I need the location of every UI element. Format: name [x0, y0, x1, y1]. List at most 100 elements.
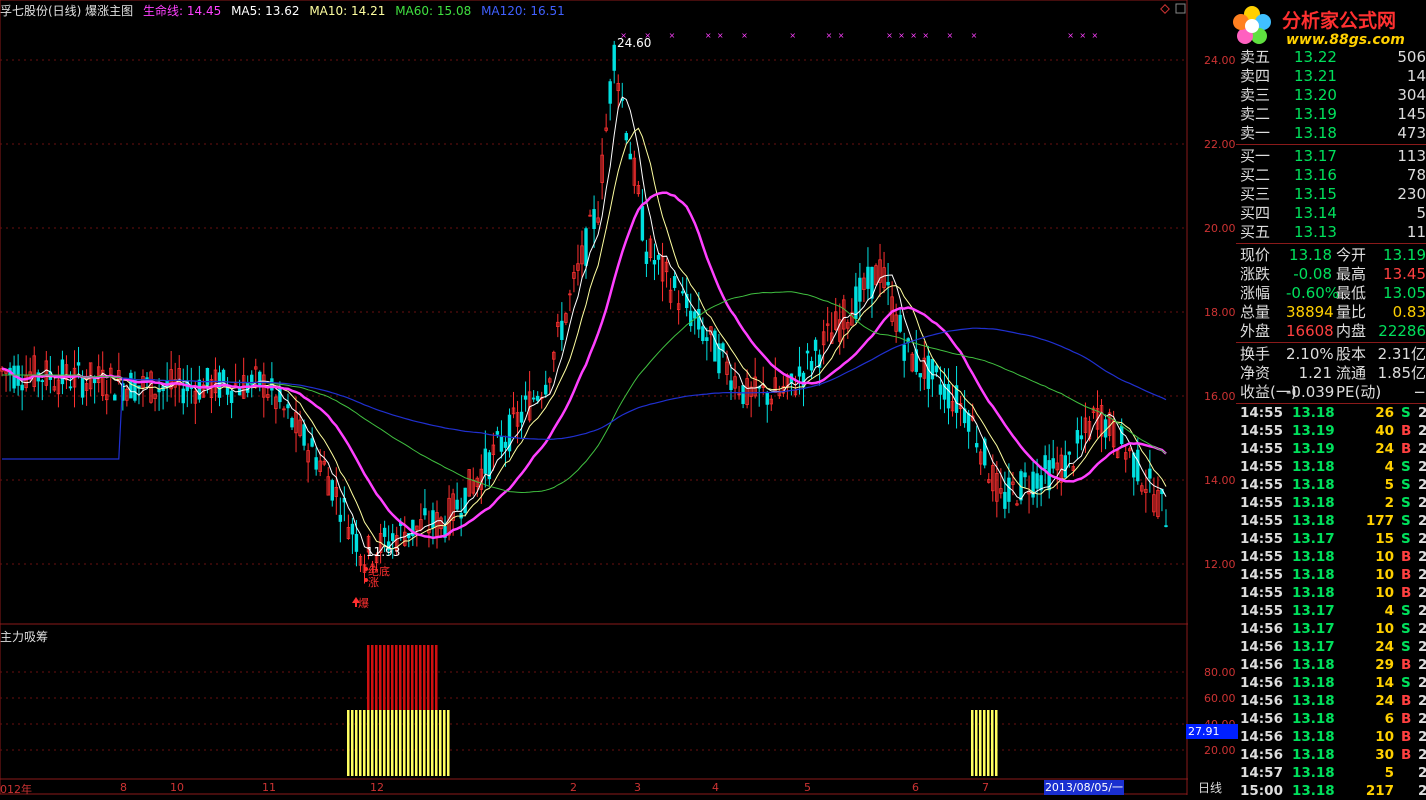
inflow-bar-yellow — [415, 710, 418, 776]
candle-body — [523, 395, 528, 400]
tick-row: 14:55 13.18 10 B 2 — [1236, 548, 1426, 566]
inflow-bar-yellow — [983, 710, 986, 776]
candle-body — [809, 361, 814, 371]
signal-x-mark: × — [669, 31, 676, 40]
candle-body — [310, 438, 314, 447]
restore-icon — [1175, 3, 1186, 14]
candle-body — [866, 266, 870, 289]
candle-body — [1003, 491, 1007, 509]
fund-label: 净资 — [1240, 364, 1271, 382]
tick-row: 14:55 13.18 10 B 2 — [1236, 584, 1426, 602]
tick-row: 14:55 13.18 177 S 2 — [1236, 512, 1426, 530]
tick-row: 14:57 13.18 5 2 — [1236, 764, 1426, 782]
tick-volume: 29 — [1375, 657, 1394, 673]
tick-row: 14:56 13.18 24 B 2 — [1236, 692, 1426, 710]
quote-label-2: 内盘 — [1336, 322, 1367, 340]
tick-extra: 2 — [1418, 657, 1426, 673]
quote-row: 总量 38894 量比 0.83 — [1236, 303, 1426, 322]
ask-row: 卖四 13.21 14 — [1236, 67, 1426, 86]
candle-body — [765, 392, 769, 405]
candle-body — [701, 326, 705, 341]
x-label-7: 7 — [982, 781, 989, 794]
candle-body — [1051, 458, 1055, 469]
tick-time: 14:55 — [1240, 441, 1283, 457]
tick-volume: 10 — [1375, 621, 1394, 637]
tick-time: 14:55 — [1240, 423, 1283, 439]
fund-value: 2.10% — [1286, 345, 1334, 363]
candle-body — [350, 523, 355, 535]
tick-price: 13.18 — [1292, 477, 1335, 493]
signal-x-mark: × — [1079, 31, 1086, 40]
signal-x-mark: × — [789, 31, 796, 40]
candle-body — [330, 480, 334, 501]
candle-body — [1103, 419, 1108, 438]
quote-panel: 卖五 13.22 506 卖四 13.21 14 卖三 13.20 304 卖二 13.19 145 卖… — [1236, 48, 1426, 799]
tick-price: 13.18 — [1292, 657, 1335, 673]
tick-volume: 24 — [1375, 639, 1394, 655]
candle-body — [1075, 430, 1080, 444]
tick-direction: S — [1401, 621, 1411, 637]
x-label-12: 12 — [370, 781, 384, 794]
kline-chart-svg[interactable]: × × × × × × × × × × × × × × × × × × — [0, 0, 1188, 795]
chart-frame — [0, 0, 1188, 795]
signal-x-mark: × — [1067, 31, 1074, 40]
tick-row: 14:55 13.17 15 S 2 — [1236, 530, 1426, 548]
bid-row: 买四 13.14 5 — [1236, 204, 1426, 223]
tick-price: 13.19 — [1292, 441, 1335, 457]
period-selector[interactable]: 日线 — [1198, 779, 1222, 796]
quote-value: 13.18 — [1289, 246, 1332, 264]
tick-volume: 30 — [1375, 747, 1394, 763]
candle-body — [181, 388, 185, 404]
candle-body — [338, 514, 343, 522]
candle-body — [930, 358, 935, 380]
inflow-bar-yellow — [367, 710, 370, 776]
inflow-bar-red — [415, 645, 418, 710]
signal-x-mark: × — [741, 31, 748, 40]
candle-body — [974, 443, 979, 448]
candle-body — [483, 448, 488, 474]
tick-time: 14:55 — [1240, 603, 1283, 619]
candle-body — [113, 394, 117, 401]
fund-label-2: PE(动) — [1336, 383, 1382, 401]
inflow-bar-yellow — [407, 710, 410, 776]
ask-row: 卖五 13.22 506 — [1236, 48, 1426, 67]
fund-row: 净资 1.21 流通 1.85亿 — [1236, 364, 1426, 383]
tick-direction: S — [1401, 639, 1411, 655]
quote-label: 外盘 — [1240, 322, 1271, 340]
candle-body — [608, 81, 612, 104]
low-label: 11.93 — [366, 545, 401, 559]
candle-body — [612, 44, 616, 71]
ask-row: 卖三 13.20 304 — [1236, 86, 1426, 105]
tick-row: 14:56 13.17 10 S 2 — [1236, 620, 1426, 638]
inflow-bar-yellow — [423, 710, 426, 776]
tick-direction: S — [1401, 477, 1411, 493]
inflow-bar-yellow — [987, 710, 990, 776]
tick-row: 14:55 13.18 5 S 2 — [1236, 476, 1426, 494]
tick-row: 14:56 13.18 6 B 2 — [1236, 710, 1426, 728]
tick-price: 13.18 — [1292, 693, 1335, 709]
quote-value-2: 0.83 — [1392, 303, 1426, 321]
tick-extra: 2 — [1418, 459, 1426, 475]
sub-chart-title: 主力吸筹 — [0, 630, 49, 644]
tick-time: 14:56 — [1240, 639, 1283, 655]
ask-price: 13.18 — [1294, 124, 1337, 142]
quote-row: 涨幅 -0.60% 最低 13.05 — [1236, 284, 1426, 303]
candle-body — [640, 206, 645, 241]
bid-price: 13.17 — [1294, 147, 1337, 165]
kline-chart-area[interactable]: × × × × × × × × × × × × × × × × × × 孚七股份(日线) 爆涨主图 生命线: 14… — [0, 0, 1188, 795]
inflow-bar-yellow — [399, 710, 402, 776]
ask-price: 13.21 — [1294, 67, 1337, 85]
candle-body — [76, 362, 81, 366]
quote-label-2: 最高 — [1336, 265, 1367, 283]
candle-body — [644, 251, 649, 264]
tick-price: 13.18 — [1292, 765, 1335, 781]
candle-body — [382, 527, 387, 537]
candle-body — [1164, 525, 1168, 528]
inflow-bar-yellow — [975, 710, 978, 776]
tick-price: 13.18 — [1292, 711, 1335, 727]
inflow-bar-yellow — [971, 710, 974, 776]
quote-label: 涨幅 — [1240, 284, 1271, 302]
tick-direction: B — [1401, 729, 1412, 745]
quote-label: 总量 — [1240, 303, 1271, 321]
panel-divider — [1236, 144, 1426, 145]
